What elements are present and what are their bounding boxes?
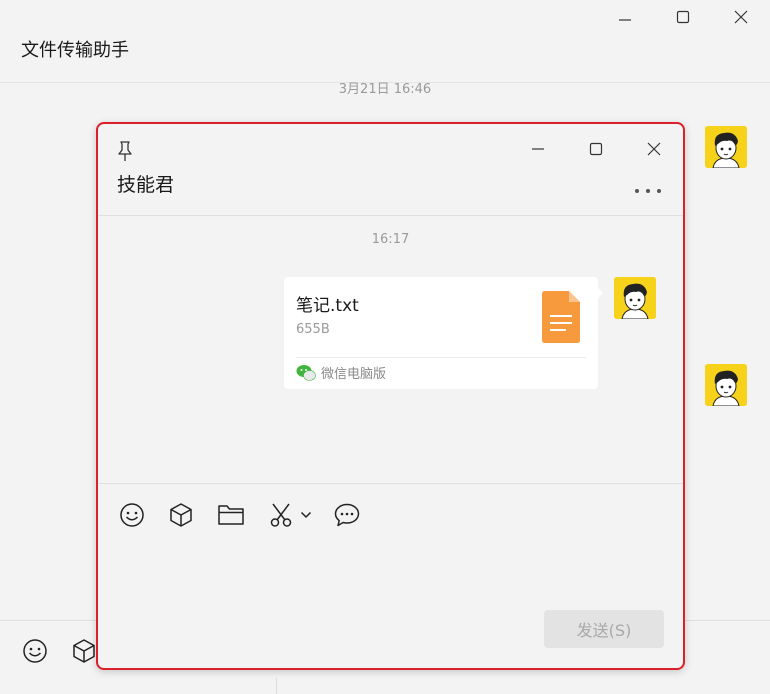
avatar-face-icon xyxy=(705,364,747,406)
main-chat-title: 文件传输助手 xyxy=(21,40,129,61)
send-file-button[interactable] xyxy=(216,500,246,530)
close-icon xyxy=(734,10,748,24)
send-button[interactable]: 发送(S) xyxy=(544,610,664,648)
chat-history-button[interactable] xyxy=(332,500,362,530)
cube-icon xyxy=(73,639,95,663)
file-size: 655B xyxy=(296,322,330,337)
maximize-icon xyxy=(676,10,690,24)
main-close-button[interactable] xyxy=(712,6,770,28)
chevron-down-icon xyxy=(300,511,312,519)
main-cube-button[interactable] xyxy=(70,637,98,665)
screenshot-options-button[interactable] xyxy=(298,500,314,530)
popup-chat-window: 技能君 16:17 笔记.txt 655B 微信电脑版 发送(S) xyxy=(96,122,685,670)
popup-sender-avatar[interactable] xyxy=(614,277,656,319)
wechat-icon xyxy=(296,364,316,382)
folder-icon xyxy=(218,505,244,525)
main-window-controls xyxy=(596,6,770,28)
popup-toolbar-divider xyxy=(98,483,683,484)
popup-chat-title: 技能君 xyxy=(117,174,175,196)
more-dot-icon xyxy=(635,189,639,193)
screenshot-button[interactable] xyxy=(266,500,296,530)
cube-icon xyxy=(170,503,192,527)
popup-maximize-button[interactable] xyxy=(567,136,625,162)
favorites-button[interactable] xyxy=(166,500,196,530)
avatar-face-icon xyxy=(705,126,747,168)
emoji-icon xyxy=(120,503,144,527)
emoji-icon xyxy=(23,639,47,663)
popup-window-controls xyxy=(509,136,683,162)
file-message-bubble[interactable]: 笔记.txt 655B 微信电脑版 xyxy=(284,277,598,389)
minimize-icon xyxy=(532,148,544,150)
main-emoji-button[interactable] xyxy=(21,637,49,665)
avatar-face-icon xyxy=(614,277,656,319)
text-file-icon xyxy=(542,291,580,343)
popup-minimize-button[interactable] xyxy=(509,136,567,162)
main-avatar-1[interactable] xyxy=(705,126,747,168)
main-avatar-2[interactable] xyxy=(705,364,747,406)
minimize-icon xyxy=(619,19,631,21)
emoji-button[interactable] xyxy=(117,500,147,530)
pin-button[interactable] xyxy=(115,140,135,162)
file-name: 笔记.txt xyxy=(296,296,359,316)
popup-header-divider xyxy=(98,215,683,216)
bubble-divider xyxy=(296,357,586,358)
main-minimize-button[interactable] xyxy=(596,6,654,28)
scissors-icon xyxy=(270,503,292,527)
popup-close-button[interactable] xyxy=(625,136,683,162)
message-source: 微信电脑版 xyxy=(321,367,387,382)
main-input-divider xyxy=(276,678,277,694)
maximize-icon xyxy=(589,142,603,156)
more-options-button[interactable] xyxy=(635,186,661,196)
chat-bubble-icon xyxy=(334,503,360,527)
close-icon xyxy=(647,142,661,156)
bubble-tail xyxy=(596,286,603,300)
pin-icon xyxy=(118,141,132,161)
popup-message-timestamp: 16:17 xyxy=(371,232,410,247)
main-maximize-button[interactable] xyxy=(654,6,712,28)
more-dot-icon xyxy=(646,189,650,193)
main-message-timestamp: 3月21日 16:46 xyxy=(338,82,432,97)
more-dot-icon xyxy=(657,189,661,193)
